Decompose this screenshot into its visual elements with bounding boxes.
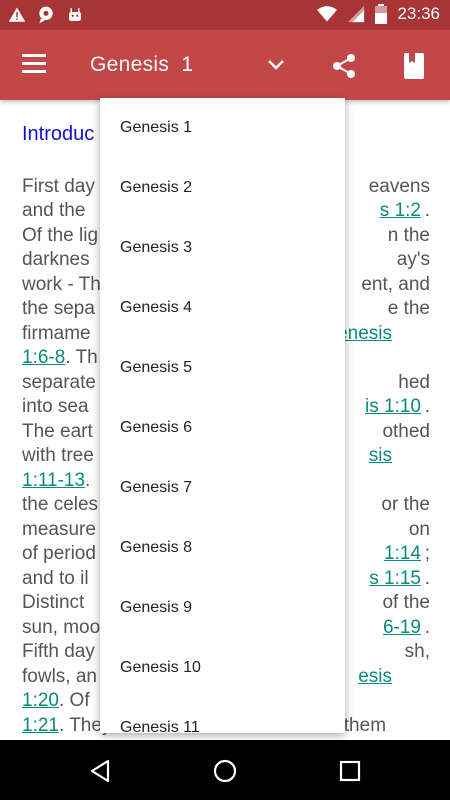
- line-text-left: measure: [22, 518, 96, 540]
- dropdown-item[interactable]: Genesis 11: [100, 698, 345, 733]
- warning-icon: [8, 7, 26, 22]
- line-text-left: Distinct: [22, 592, 85, 613]
- line-text-left: the celes: [22, 494, 99, 515]
- recents-icon[interactable]: [337, 758, 363, 784]
- home-icon[interactable]: [212, 758, 238, 784]
- dropdown-item[interactable]: Genesis 8: [100, 518, 345, 578]
- line-text-right: of the: [382, 592, 430, 613]
- share-icon[interactable]: [330, 52, 358, 80]
- scripture-link[interactable]: 1:11-13: [22, 470, 85, 491]
- scripture-link[interactable]: esis: [358, 665, 392, 690]
- status-bar: 23:36: [0, 0, 450, 30]
- line-text-left: Of the lig: [22, 224, 99, 246]
- line-text-left: separate: [22, 371, 96, 393]
- chapter-dropdown-menu: Genesis 1 Genesis 2 Genesis 3 Genesis 4 Gene…: [100, 98, 345, 733]
- line-text-left: into sea: [22, 396, 89, 417]
- line-text-right: .: [85, 469, 91, 491]
- scripture-link[interactable]: enesis: [337, 322, 392, 347]
- line-text-left: of period: [22, 543, 96, 564]
- line-text-right: or the: [381, 494, 430, 515]
- line-text-right: .: [424, 200, 430, 221]
- scripture-link[interactable]: 1:21: [22, 715, 59, 736]
- scripture-link[interactable]: s 1:2: [380, 199, 421, 224]
- scripture-link[interactable]: sis: [369, 444, 392, 469]
- back-icon[interactable]: [87, 758, 113, 784]
- line-text-right: e the: [387, 298, 430, 319]
- navigation-bar: [0, 740, 450, 800]
- battery-icon: [375, 4, 388, 24]
- line-text-right: sh,: [404, 641, 430, 662]
- line-text-right: . Th: [65, 347, 98, 368]
- line-text-right: ;: [424, 543, 430, 564]
- dropdown-item[interactable]: Genesis 2: [100, 158, 345, 218]
- line-text-right: . Of: [58, 690, 90, 711]
- line-text-left: the sepa: [22, 298, 95, 319]
- dropdown-item[interactable]: Genesis 6: [100, 398, 345, 458]
- scripture-link[interactable]: 1:6-8: [22, 347, 65, 368]
- chevron-down-icon[interactable]: [266, 57, 286, 73]
- scripture-link[interactable]: is 1:10: [365, 395, 421, 420]
- dropdown-item[interactable]: Genesis 4: [100, 278, 345, 338]
- system-status: 23:36: [317, 4, 440, 24]
- scripture-link[interactable]: s 1:15: [369, 567, 421, 592]
- line-text-right: eavens: [368, 175, 430, 197]
- line-text-right: .: [424, 396, 430, 417]
- signal-icon: [348, 5, 365, 23]
- line-text-right: .: [424, 616, 430, 638]
- line-text-right: n the: [387, 224, 430, 246]
- line-text-left: and to il: [22, 567, 89, 589]
- chat-icon: [39, 6, 53, 24]
- scripture-link[interactable]: 1:14: [384, 542, 421, 567]
- line-text-left: sun, moo: [22, 616, 101, 638]
- line-text-left: The eart: [22, 420, 93, 442]
- book-icon[interactable]: [402, 52, 426, 80]
- line-text-right: on: [408, 518, 430, 540]
- line-text-left: Fifth day: [22, 641, 95, 662]
- notification-icons: [8, 5, 84, 25]
- line-text-right: ay's: [396, 249, 430, 270]
- scripture-link[interactable]: 6-19: [383, 616, 421, 641]
- status-time: 23:36: [397, 4, 440, 23]
- line-text-left: and the: [22, 200, 86, 221]
- dropdown-item[interactable]: Genesis 7: [100, 458, 345, 518]
- hamburger-icon[interactable]: [22, 54, 48, 74]
- line-text-left: firmame: [22, 322, 91, 344]
- line-text-left: darknes: [22, 249, 90, 270]
- dropdown-item[interactable]: Genesis 3: [100, 218, 345, 278]
- dropdown-item[interactable]: Genesis 9: [100, 578, 345, 638]
- scripture-link[interactable]: 1:20: [22, 690, 59, 711]
- android-icon: [69, 8, 81, 21]
- wifi-icon: [317, 6, 338, 22]
- line-text-right: ent, and: [361, 273, 430, 295]
- line-text-right: hed: [398, 371, 430, 393]
- line-text-right: .: [424, 567, 430, 589]
- app-bar: Genesis 1: [0, 30, 450, 100]
- chapter-title[interactable]: Genesis 1: [90, 53, 193, 77]
- line-text-left: First day: [22, 175, 95, 197]
- line-text-left: fowls, an: [22, 665, 97, 687]
- dropdown-item[interactable]: Genesis 10: [100, 638, 345, 698]
- line-text-right: othed: [382, 420, 430, 442]
- dropdown-item[interactable]: Genesis 1: [100, 98, 345, 158]
- dropdown-item[interactable]: Genesis 5: [100, 338, 345, 398]
- line-text-left: with tree: [22, 445, 94, 466]
- line-text-left: work - Th: [22, 273, 101, 295]
